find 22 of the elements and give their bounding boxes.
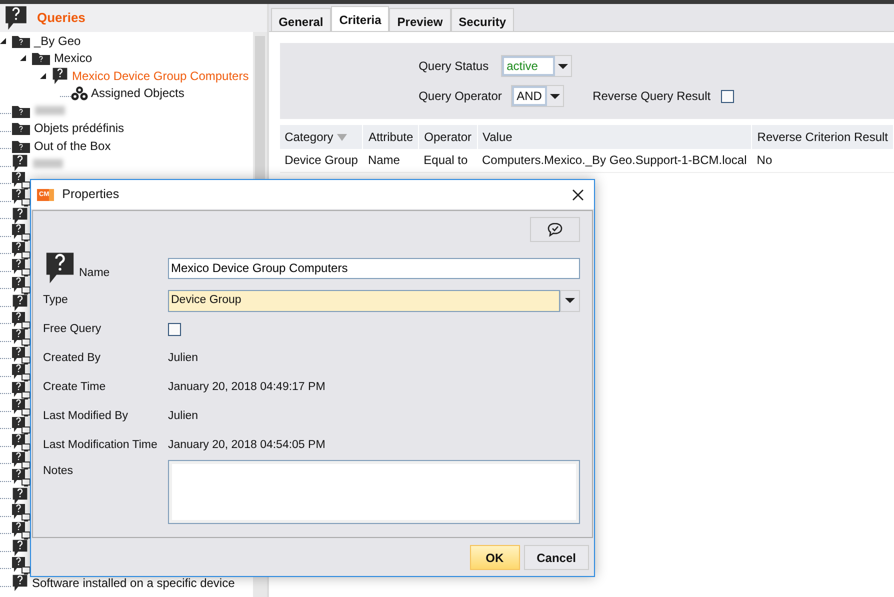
dialog-title: Properties — [62, 186, 120, 204]
field-label: Free Query — [43, 322, 102, 337]
table-cell: Computers.Mexico._By Geo.Support-1-BCM.local — [477, 149, 752, 172]
pane-title: Queries — [37, 9, 86, 28]
field-label: Created By — [43, 350, 102, 366]
field-value: January 20, 2018 04:49:17 PM — [168, 380, 326, 395]
table-cell: No — [752, 149, 894, 172]
field-label: Last Modification Time — [43, 438, 158, 453]
field-label: Query Operator — [418, 88, 503, 105]
field-label: Create Time — [43, 380, 107, 395]
field-label: Name — [79, 266, 110, 282]
field-label: Last Modified By — [43, 408, 130, 424]
field-value: Julien — [168, 408, 200, 424]
field-label: Notes — [43, 464, 74, 480]
field-value: January 20, 2018 04:54:05 PM — [168, 438, 326, 453]
field-label: Type — [43, 292, 69, 308]
table-cell: Equal to — [418, 149, 477, 172]
table-cell: Device Group — [280, 149, 363, 172]
table-cell: Name — [362, 149, 419, 172]
field-value: Julien — [168, 350, 200, 366]
field-label: Query Status — [418, 58, 490, 75]
checkbox-label: Reverse Query Result — [592, 88, 711, 105]
